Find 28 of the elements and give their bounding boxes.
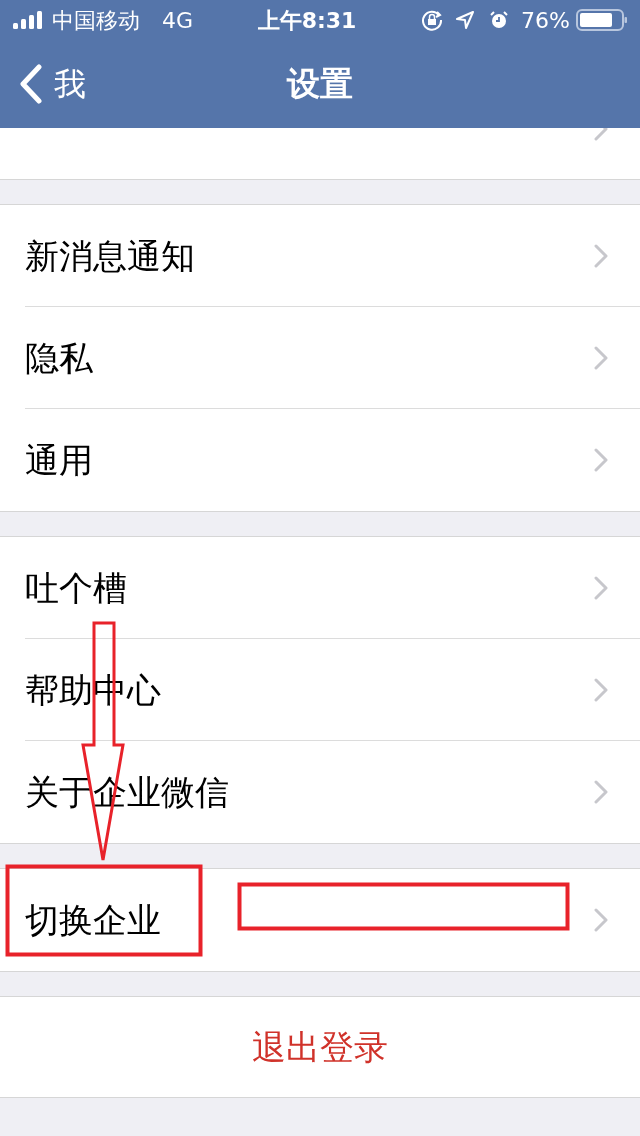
- network-text: 4G: [162, 6, 194, 35]
- logout-button[interactable]: 退出登录: [0, 997, 640, 1097]
- rotation-lock-icon: [421, 9, 444, 31]
- alarm-icon: [489, 10, 510, 30]
- settings-row[interactable]: 隐私: [0, 307, 640, 409]
- row-label: 切换企业: [25, 903, 161, 937]
- back-chevron-icon: [18, 64, 44, 104]
- chevron-icon: [594, 448, 608, 472]
- chevron-icon: [594, 908, 608, 932]
- chevron-icon: [594, 244, 608, 268]
- carrier-text: 中国移动: [52, 6, 140, 35]
- chevron-icon: [594, 346, 608, 370]
- time-text: 上午8:31: [257, 6, 357, 35]
- settings-row[interactable]: 通用: [0, 409, 640, 511]
- back-button[interactable]: 我: [0, 60, 86, 108]
- location-icon: [455, 10, 476, 30]
- battery-icon: [576, 9, 628, 31]
- nav-title: 设置: [287, 63, 353, 106]
- row-label: 新消息通知: [25, 239, 195, 273]
- chevron-icon: [594, 780, 608, 804]
- row-label: 通用: [25, 443, 93, 477]
- battery-text: 76%: [521, 6, 570, 35]
- settings-row[interactable]: 新消息通知: [0, 205, 640, 307]
- chevron-icon: [594, 576, 608, 600]
- row-label: 吐个槽: [25, 571, 127, 605]
- row-label: 隐私: [25, 341, 93, 375]
- chevron-icon: [594, 678, 608, 702]
- settings-row[interactable]: 吐个槽: [0, 537, 640, 639]
